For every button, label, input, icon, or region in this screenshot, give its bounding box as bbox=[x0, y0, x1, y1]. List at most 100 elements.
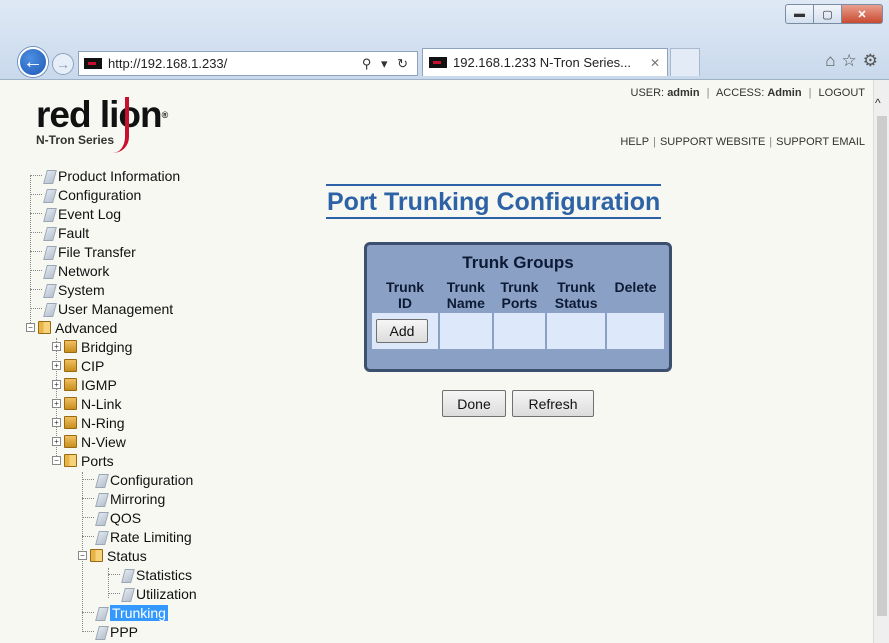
folder-icon bbox=[64, 435, 77, 448]
folder-icon bbox=[64, 416, 77, 429]
trunk-groups-table: Trunk Groups Trunk ID Trunk Name Trunk Port… bbox=[370, 249, 666, 351]
redlion-logo: red lion® N-Tron Series bbox=[36, 94, 169, 153]
tree-item-bridging[interactable]: + Bridging bbox=[52, 337, 132, 356]
expand-icon[interactable]: + bbox=[52, 380, 61, 389]
logo-swoosh-icon bbox=[113, 97, 129, 153]
scroll-up-icon[interactable]: ^ bbox=[875, 96, 881, 110]
refresh-button[interactable]: Refresh bbox=[512, 390, 594, 417]
user-bar: USER: admin | ACCESS: Admin | LOGOUT bbox=[630, 87, 866, 99]
back-button[interactable]: ← bbox=[18, 47, 48, 77]
collapse-icon[interactable]: − bbox=[26, 323, 35, 332]
folder-icon bbox=[64, 378, 77, 391]
tree-item-label: Event Log bbox=[58, 205, 122, 222]
collapse-icon[interactable]: − bbox=[52, 456, 61, 465]
tree-item-label: N-Ring bbox=[81, 414, 125, 431]
page-icon bbox=[95, 511, 107, 525]
tree-item-label: Configuration bbox=[58, 186, 142, 203]
tree-item-fault[interactable]: Fault bbox=[30, 223, 89, 242]
tree-item-n-ring[interactable]: + N-Ring bbox=[52, 413, 125, 432]
nav-bar: ← → http://192.168.1.233/ ⚲ ▾ ↻ 192.168.… bbox=[14, 44, 884, 77]
forward-button[interactable]: → bbox=[52, 53, 74, 75]
logout-link[interactable]: LOGOUT bbox=[819, 87, 865, 99]
tree-item-label: QOS bbox=[110, 509, 142, 526]
tree-item-label: Statistics bbox=[136, 566, 193, 583]
tree-item-cip[interactable]: + CIP bbox=[52, 356, 104, 375]
search-refresh-icon[interactable]: ⚲ ▾ ↻ bbox=[362, 56, 417, 72]
expand-icon[interactable]: + bbox=[52, 437, 61, 446]
add-trunk-button[interactable]: Add bbox=[376, 319, 428, 343]
help-link[interactable]: HELP bbox=[620, 136, 649, 148]
logo-word-red: red bbox=[36, 94, 100, 135]
tab-title: 192.168.1.233 N-Tron Series... bbox=[453, 55, 632, 70]
collapse-icon[interactable]: − bbox=[78, 551, 87, 560]
address-url[interactable]: http://192.168.1.233/ bbox=[108, 56, 362, 71]
tree-item-configuration[interactable]: Configuration bbox=[30, 185, 141, 204]
tree-item-label: Ports bbox=[81, 452, 114, 469]
help-bar: HELP | SUPPORT WEBSITE | SUPPORT EMAIL bbox=[620, 136, 865, 148]
folder-icon bbox=[64, 340, 77, 353]
tree-item-label: Utilization bbox=[136, 585, 197, 602]
tree-item-advanced[interactable]: − Advanced bbox=[26, 318, 117, 337]
folder-open-icon bbox=[64, 454, 77, 467]
table-cell: Add bbox=[372, 313, 438, 349]
minimize-button[interactable]: ▬ bbox=[785, 4, 813, 24]
tree-item-label: IGMP bbox=[81, 376, 117, 393]
page-icon bbox=[95, 492, 107, 506]
tree-item-label: Network bbox=[58, 262, 110, 279]
tree-item-statistics[interactable]: Statistics bbox=[108, 565, 192, 584]
vertical-scrollbar[interactable]: ^ bbox=[873, 80, 889, 643]
access-value: Admin bbox=[767, 87, 802, 99]
scroll-thumb[interactable] bbox=[877, 116, 887, 616]
tree-item-qos[interactable]: QOS bbox=[82, 508, 141, 527]
tree-item-ports-configuration[interactable]: Configuration bbox=[82, 470, 193, 489]
tab-close-icon[interactable]: ✕ bbox=[643, 56, 667, 70]
table-cell bbox=[607, 313, 664, 349]
tree-item-file-transfer[interactable]: File Transfer bbox=[30, 242, 136, 261]
tree-item-event-log[interactable]: Event Log bbox=[30, 204, 121, 223]
expand-icon[interactable]: + bbox=[52, 342, 61, 351]
tree-item-label: Rate Limiting bbox=[110, 528, 192, 545]
tree-item-product-information[interactable]: Product Information bbox=[30, 166, 180, 185]
table-cell bbox=[547, 313, 606, 349]
page-icon bbox=[43, 207, 55, 221]
tree-item-label: CIP bbox=[81, 357, 105, 374]
page-icon bbox=[95, 606, 107, 620]
maximize-button[interactable]: ▢ bbox=[813, 4, 841, 24]
tree-item-igmp[interactable]: + IGMP bbox=[52, 375, 117, 394]
column-header: Delete bbox=[607, 279, 664, 311]
tree-item-rate-limiting[interactable]: Rate Limiting bbox=[82, 527, 192, 546]
access-label: ACCESS: bbox=[715, 87, 765, 99]
expand-icon[interactable]: + bbox=[52, 399, 61, 408]
new-tab-button[interactable] bbox=[670, 48, 700, 76]
column-header: Trunk ID bbox=[372, 279, 438, 311]
support-website-link[interactable]: SUPPORT WEBSITE bbox=[660, 136, 765, 148]
tree-item-ppp[interactable]: PPP bbox=[82, 622, 138, 641]
close-window-button[interactable]: ✕ bbox=[841, 4, 883, 24]
home-favorites-settings-icon[interactable]: ⌂☆⚙ bbox=[825, 51, 884, 71]
tree-item-trunking[interactable]: Trunking bbox=[82, 603, 168, 622]
page-icon bbox=[43, 245, 55, 259]
expand-icon[interactable]: + bbox=[52, 418, 61, 427]
support-email-link[interactable]: SUPPORT EMAIL bbox=[776, 136, 865, 148]
tree-item-network[interactable]: Network bbox=[30, 261, 109, 280]
logo-registered: ® bbox=[161, 110, 169, 120]
done-button[interactable]: Done bbox=[442, 390, 506, 417]
expand-icon[interactable]: + bbox=[52, 361, 61, 370]
tree-item-system[interactable]: System bbox=[30, 280, 105, 299]
tree-item-label: Advanced bbox=[55, 319, 118, 336]
trunk-groups-panel: Trunk Groups Trunk ID Trunk Name Trunk Port… bbox=[364, 242, 672, 372]
tree-item-n-view[interactable]: + N-View bbox=[52, 432, 126, 451]
tree-item-mirroring[interactable]: Mirroring bbox=[82, 489, 165, 508]
logo-wordmark: red lion® bbox=[36, 94, 169, 135]
browser-tab[interactable]: 192.168.1.233 N-Tron Series... ✕ bbox=[422, 48, 668, 76]
column-header: Trunk Ports bbox=[493, 279, 546, 311]
tree-item-user-management[interactable]: User Management bbox=[30, 299, 173, 318]
tree-item-label: Configuration bbox=[110, 471, 194, 488]
tree-item-status[interactable]: − Status bbox=[78, 546, 147, 565]
tree-item-utilization[interactable]: Utilization bbox=[108, 584, 197, 603]
address-bar[interactable]: http://192.168.1.233/ ⚲ ▾ ↻ bbox=[78, 51, 418, 76]
table-row: Add bbox=[372, 313, 664, 349]
tree-item-ports[interactable]: − Ports bbox=[52, 451, 114, 470]
tree-item-label: Fault bbox=[58, 224, 90, 241]
tree-item-n-link[interactable]: + N-Link bbox=[52, 394, 121, 413]
